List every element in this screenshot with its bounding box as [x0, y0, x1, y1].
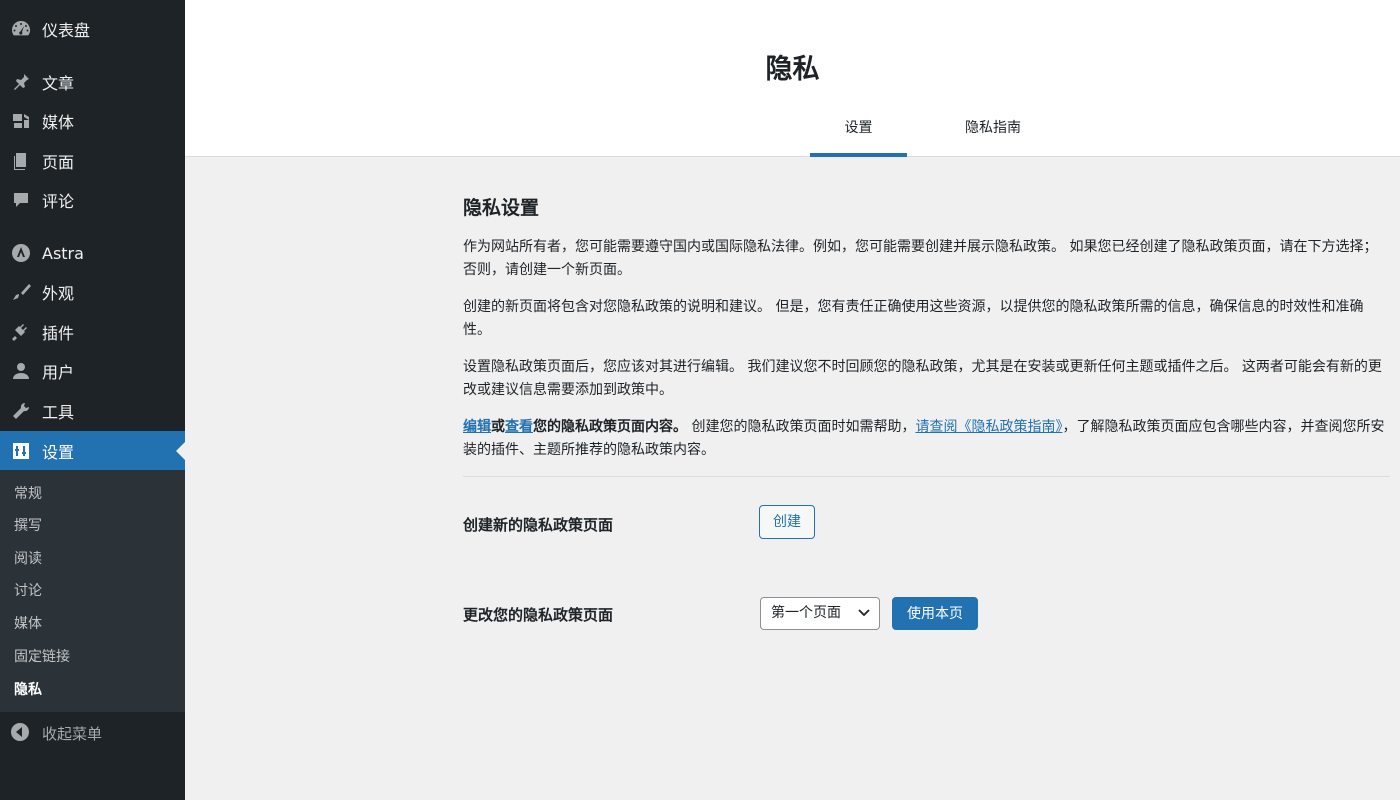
sidebar-item-label: 仪表盘 [42, 17, 90, 41]
sidebar-item-posts[interactable]: 文章 [0, 62, 185, 102]
settings-icon [10, 440, 32, 462]
sidebar-item-label: 设置 [42, 439, 74, 463]
divider [463, 476, 1390, 477]
sidebar-item-label: 媒体 [42, 109, 74, 133]
admin-sidebar: 仪表盘 文章 媒体 页面 评论 Astra 外观 插件 用户 工具 设置 常规 [0, 0, 185, 800]
chevron-down-icon [858, 609, 870, 617]
user-icon [10, 360, 32, 382]
submenu-item-privacy[interactable]: 隐私 [14, 678, 42, 702]
sidebar-item-label: 外观 [42, 280, 74, 304]
plugin-icon [10, 321, 32, 343]
policy-content-text: 您的隐私政策页面内容。 [533, 419, 687, 435]
pin-icon [10, 71, 32, 93]
astra-icon [10, 242, 32, 264]
submenu-item-media[interactable]: 媒体 [14, 612, 42, 636]
submenu-item-permalinks[interactable]: 固定链接 [14, 645, 70, 669]
sidebar-item-comments[interactable]: 评论 [0, 180, 185, 220]
sidebar-item-users[interactable]: 用户 [0, 351, 185, 391]
help-paragraph: 编辑或查看您的隐私政策页面内容。 创建您的隐私政策页面时如需帮助，请查阅《隐私政… [463, 416, 1390, 462]
sidebar-item-media[interactable]: 媒体 [0, 101, 185, 141]
create-page-label: 创建新的隐私政策页面 [463, 514, 613, 535]
sidebar-item-plugins[interactable]: 插件 [0, 312, 185, 352]
sidebar-item-appearance[interactable]: 外观 [0, 272, 185, 312]
sidebar-item-label: 评论 [42, 188, 74, 212]
help-text: 创建您的隐私政策页面时如需帮助， [687, 419, 915, 435]
sidebar-item-tools[interactable]: 工具 [0, 391, 185, 431]
submenu-item-general[interactable]: 常规 [14, 482, 42, 506]
privacy-guide-link[interactable]: 请查阅《隐私政策指南》 [915, 419, 1062, 435]
submenu-item-discussion[interactable]: 讨论 [14, 579, 42, 603]
intro-paragraph: 作为网站所有者，您可能需要遵守国内或国际隐私法律。例如，您可能需要创建并展示隐私… [463, 236, 1390, 282]
wrench-icon [10, 400, 32, 422]
collapse-arrow-icon [10, 722, 32, 744]
pages-icon [10, 150, 32, 172]
sidebar-item-label: 插件 [42, 320, 74, 344]
sidebar-item-label: 文章 [42, 70, 74, 94]
sidebar-item-astra[interactable]: Astra [0, 233, 185, 273]
tab-settings[interactable]: 设置 [810, 110, 907, 157]
or-text: 或 [491, 419, 505, 435]
edit-link[interactable]: 编辑 [463, 419, 491, 435]
section-title: 隐私设置 [463, 190, 1390, 226]
page-select[interactable]: 第一个页面 [760, 597, 880, 630]
sidebar-item-settings[interactable]: 设置 [0, 431, 185, 471]
sidebar-item-label: 页面 [42, 149, 74, 173]
collapse-menu-button[interactable]: 收起菜单 [0, 713, 185, 753]
brush-icon [10, 281, 32, 303]
page-select-value: 第一个页面 [771, 605, 841, 621]
view-link[interactable]: 查看 [505, 419, 533, 435]
create-button[interactable]: 创建 [759, 505, 815, 539]
media-icon [10, 110, 32, 132]
edit-reminder-paragraph: 设置隐私政策页面后，您应该对其进行编辑。 我们建议您不时回顾您的隐私政策，尤其是… [463, 356, 1390, 402]
tab-privacy-guide[interactable]: 隐私指南 [942, 110, 1044, 157]
sidebar-item-label: Astra [42, 244, 84, 263]
collapse-menu-label: 收起菜单 [42, 723, 102, 744]
new-page-paragraph: 创建的新页面将包含对您隐私政策的说明和建议。 但是，您有责任正确使用这些资源，以… [463, 296, 1390, 342]
page-title: 隐私 [185, 47, 1400, 86]
change-page-label: 更改您的隐私政策页面 [463, 604, 613, 625]
page-header: 隐私 设置 隐私指南 [185, 0, 1400, 157]
settings-submenu: 常规 撰写 阅读 讨论 媒体 固定链接 隐私 [0, 470, 185, 712]
use-page-button[interactable]: 使用本页 [892, 597, 978, 630]
sidebar-item-label: 用户 [42, 359, 74, 383]
submenu-item-reading[interactable]: 阅读 [14, 547, 42, 571]
privacy-settings-content: 隐私设置 作为网站所有者，您可能需要遵守国内或国际隐私法律。例如，您可能需要创建… [463, 190, 1390, 477]
comment-icon [10, 189, 32, 211]
dashboard-icon [10, 18, 32, 40]
sidebar-item-dashboard[interactable]: 仪表盘 [0, 9, 185, 49]
submenu-item-writing[interactable]: 撰写 [14, 514, 42, 538]
sidebar-item-label: 工具 [42, 399, 74, 423]
sidebar-item-pages[interactable]: 页面 [0, 141, 185, 181]
